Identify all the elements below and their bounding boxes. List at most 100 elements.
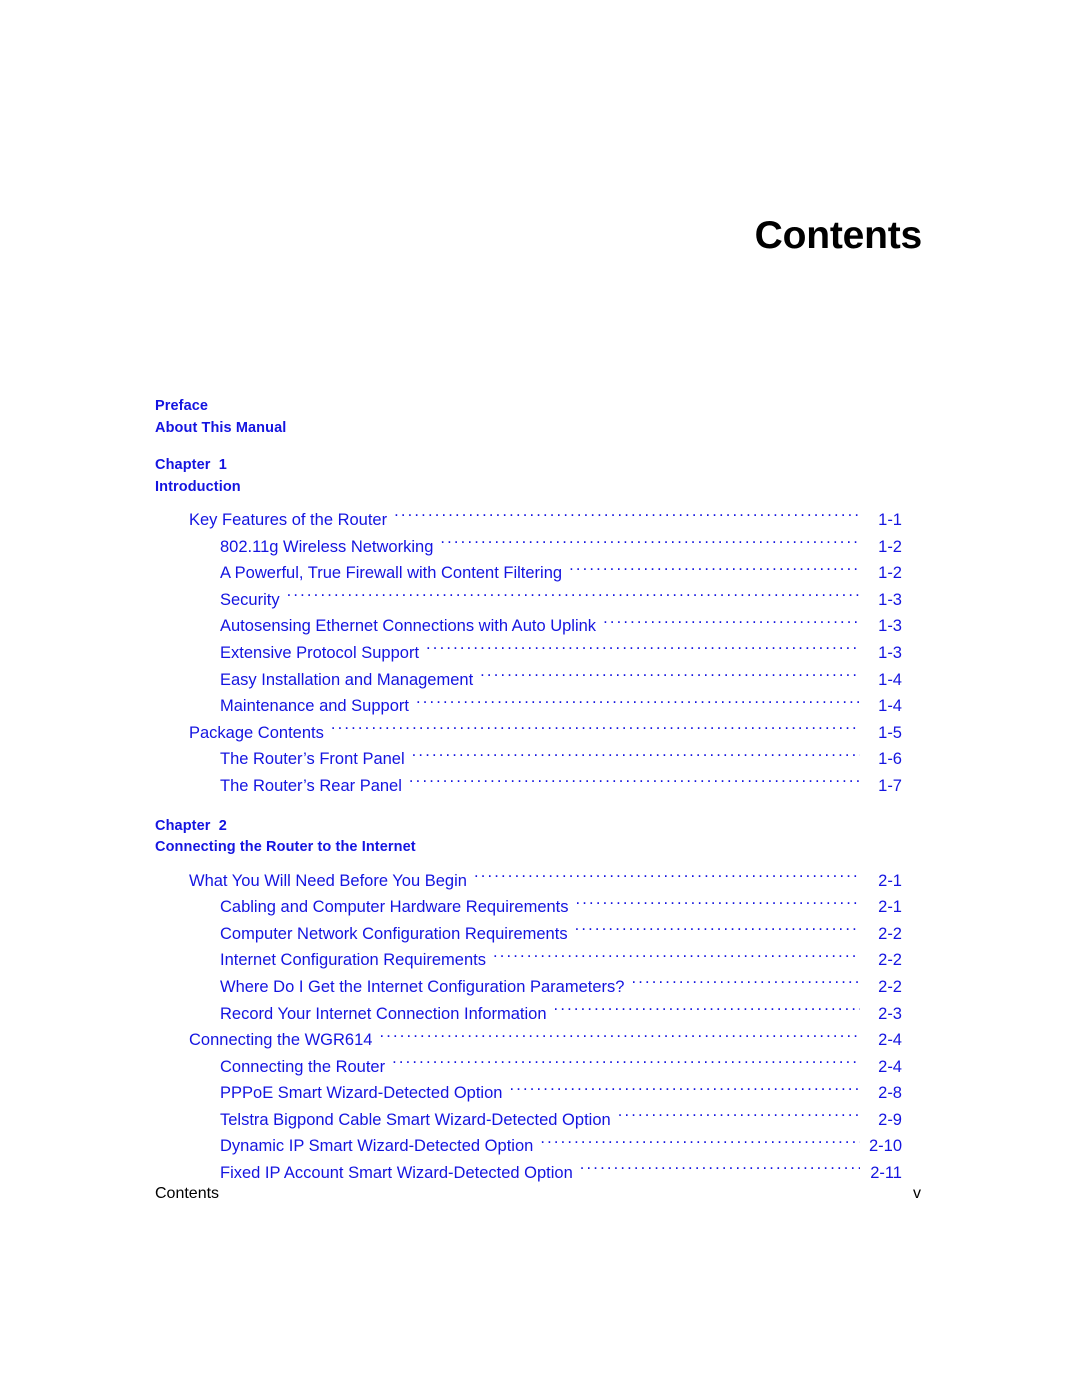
toc-entry-title: Computer Network Configuration Requireme… (220, 924, 568, 943)
toc-entry[interactable]: Maintenance and Support 1-4 (155, 693, 902, 720)
toc-section-subheading: Connecting the Router to the Internet (155, 839, 416, 856)
footer-left-label: Contents (155, 1185, 220, 1202)
toc-leader-dots (603, 615, 860, 632)
toc-entry-title: Autosensing Ethernet Connections with Au… (220, 617, 597, 636)
toc-entry[interactable]: Package Contents 1-5 (155, 720, 902, 747)
table-of-contents: Preface About This Manual Chapter 1 Introdu… (155, 396, 902, 1187)
toc-entry[interactable]: Where Do I Get the Internet Configuratio… (155, 974, 902, 1001)
toc-leader-dots (569, 562, 860, 579)
toc-entry[interactable]: Easy Installation and Management 1-4 (155, 667, 902, 694)
toc-entry[interactable]: Key Features of the Router 1-1 (155, 507, 902, 534)
toc-entry[interactable]: A Powerful, True Firewall with Content F… (155, 560, 902, 587)
toc-entry[interactable]: Internet Configuration Requirements 2-2 (155, 947, 902, 974)
toc-entry-page-number: 2-2 (878, 977, 902, 996)
toc-entry[interactable]: Computer Network Configuration Requireme… (155, 921, 902, 948)
toc-entry-title: Cabling and Computer Hardware Requiremen… (220, 898, 569, 917)
toc-leader-dots (575, 922, 860, 939)
toc-leader-dots (412, 748, 860, 765)
toc-entry[interactable]: Record Your Internet Connection Informat… (155, 1001, 902, 1028)
toc-entry-title: PPPoE Smart Wizard-Detected Option (220, 1084, 503, 1103)
toc-leader-dots (392, 1055, 860, 1072)
toc-entry[interactable]: 802.11g Wireless Networking 1-2 (155, 534, 902, 561)
toc-entry-page-number: 1-7 (878, 776, 902, 795)
toc-entry-title: Where Do I Get the Internet Configuratio… (220, 977, 625, 996)
toc-entry[interactable]: PPPoE Smart Wizard-Detected Option 2-8 (155, 1080, 902, 1107)
toc-entry-page-number: 1-2 (878, 537, 902, 556)
toc-entry-page-number: 2-8 (878, 1084, 902, 1103)
toc-leader-dots (379, 1029, 860, 1046)
toc-leader-dots (287, 588, 860, 605)
toc-entry-title: Key Features of the Router (189, 511, 388, 529)
toc-entry[interactable]: The Router’s Front Panel 1-6 (155, 746, 902, 773)
toc-entry-page-number: 2-10 (868, 1137, 902, 1156)
toc-entry[interactable]: Connecting the Router 2-4 (155, 1054, 902, 1081)
toc-entry-title: Connecting the WGR614 (189, 1031, 373, 1050)
toc-leader-dots (480, 668, 860, 685)
toc-section-subheading: Introduction (155, 478, 241, 495)
page-footer: Contents v (155, 1185, 921, 1203)
toc-entry-page-number: 2-4 (878, 1031, 902, 1050)
toc-entry-title: Telstra Bigpond Cable Smart Wizard-Detec… (220, 1110, 611, 1129)
toc-entry[interactable]: Dynamic IP Smart Wizard-Detected Option 2… (155, 1133, 902, 1160)
toc-entry[interactable]: Telstra Bigpond Cable Smart Wizard-Detec… (155, 1107, 902, 1134)
toc-entry-title: Fixed IP Account Smart Wizard-Detected O… (220, 1164, 573, 1183)
toc-entry[interactable]: Security 1-3 (155, 587, 902, 614)
toc-leader-dots (409, 774, 860, 791)
toc-leader-dots (440, 535, 860, 552)
toc-entry-page-number: 1-2 (878, 564, 902, 583)
toc-entry-page-number: 2-9 (878, 1110, 902, 1129)
toc-leader-dots (631, 975, 860, 992)
toc-entry-page-number: 2-2 (878, 924, 902, 943)
toc-entry-page-number: 1-3 (878, 590, 902, 609)
toc-entry-title: Security (220, 590, 280, 609)
toc-entry-page-number: 1-1 (878, 511, 902, 529)
toc-section: Chapter 1 Introduction Key Features of the… (155, 455, 902, 800)
toc-entry-title: Internet Configuration Requirements (220, 951, 486, 970)
toc-section-subheading: About This Manual (155, 419, 287, 436)
toc-entry[interactable]: What You Will Need Before You Begin 2-1 (155, 868, 902, 895)
toc-entry-title: A Powerful, True Firewall with Content F… (220, 564, 563, 583)
toc-leader-dots (580, 1162, 860, 1179)
toc-leader-dots (493, 949, 860, 966)
toc-entry-page-number: 2-11 (870, 1164, 902, 1183)
toc-leader-dots (618, 1108, 860, 1125)
toc-leader-dots (416, 695, 860, 712)
toc-entry-page-number: 2-4 (878, 1057, 902, 1076)
toc-entry-page-number: 2-1 (878, 871, 902, 890)
toc-entry-title: What You Will Need Before You Begin (189, 871, 467, 890)
toc-entry[interactable]: Extensive Protocol Support 1-3 (155, 640, 902, 667)
toc-entry-title: 802.11g Wireless Networking (220, 537, 434, 556)
document-page: Contents Preface About This Manual Chapter… (0, 0, 1080, 1397)
toc-entry[interactable]: Cabling and Computer Hardware Requiremen… (155, 894, 902, 921)
toc-section: Preface About This Manual (155, 396, 902, 439)
toc-leader-dots (540, 1135, 860, 1152)
toc-entry[interactable]: Fixed IP Account Smart Wizard-Detected O… (155, 1160, 902, 1187)
toc-entry-title: Easy Installation and Management (220, 670, 474, 689)
toc-entry-page-number: 1-4 (878, 670, 902, 689)
toc-entry-title: Record Your Internet Connection Informat… (220, 1004, 547, 1023)
toc-entry-page-number: 1-4 (878, 697, 902, 716)
toc-entry-title: Extensive Protocol Support (220, 643, 420, 662)
toc-entry-page-number: 1-3 (878, 617, 902, 636)
page-title: Contents (754, 214, 923, 257)
toc-entry-title: Connecting the Router (220, 1057, 386, 1076)
toc-leader-dots (394, 509, 860, 526)
toc-leader-dots (331, 721, 860, 738)
toc-entry[interactable]: The Router’s Rear Panel 1-7 (155, 773, 902, 800)
toc-entry-title: Package Contents (189, 723, 324, 742)
toc-leader-dots (554, 1002, 860, 1019)
toc-entry[interactable]: Connecting the WGR614 2-4 (155, 1027, 902, 1054)
toc-entry-page-number: 2-1 (878, 898, 902, 917)
toc-section-heading: Preface (155, 398, 209, 414)
toc-entry-page-number: 1-5 (878, 723, 902, 742)
toc-entry-page-number: 1-3 (878, 643, 902, 662)
toc-section: Chapter 2 Connecting the Router to the In… (155, 816, 902, 1187)
toc-section-heading: Chapter 1 (155, 457, 227, 473)
toc-section-heading: Chapter 2 (155, 817, 227, 834)
toc-leader-dots (509, 1082, 860, 1099)
toc-leader-dots (474, 869, 860, 886)
toc-entry-title: The Router’s Rear Panel (220, 776, 402, 795)
toc-entry-page-number: 1-6 (878, 750, 902, 769)
toc-entry[interactable]: Autosensing Ethernet Connections with Au… (155, 613, 902, 640)
toc-entry-title: The Router’s Front Panel (220, 750, 405, 769)
